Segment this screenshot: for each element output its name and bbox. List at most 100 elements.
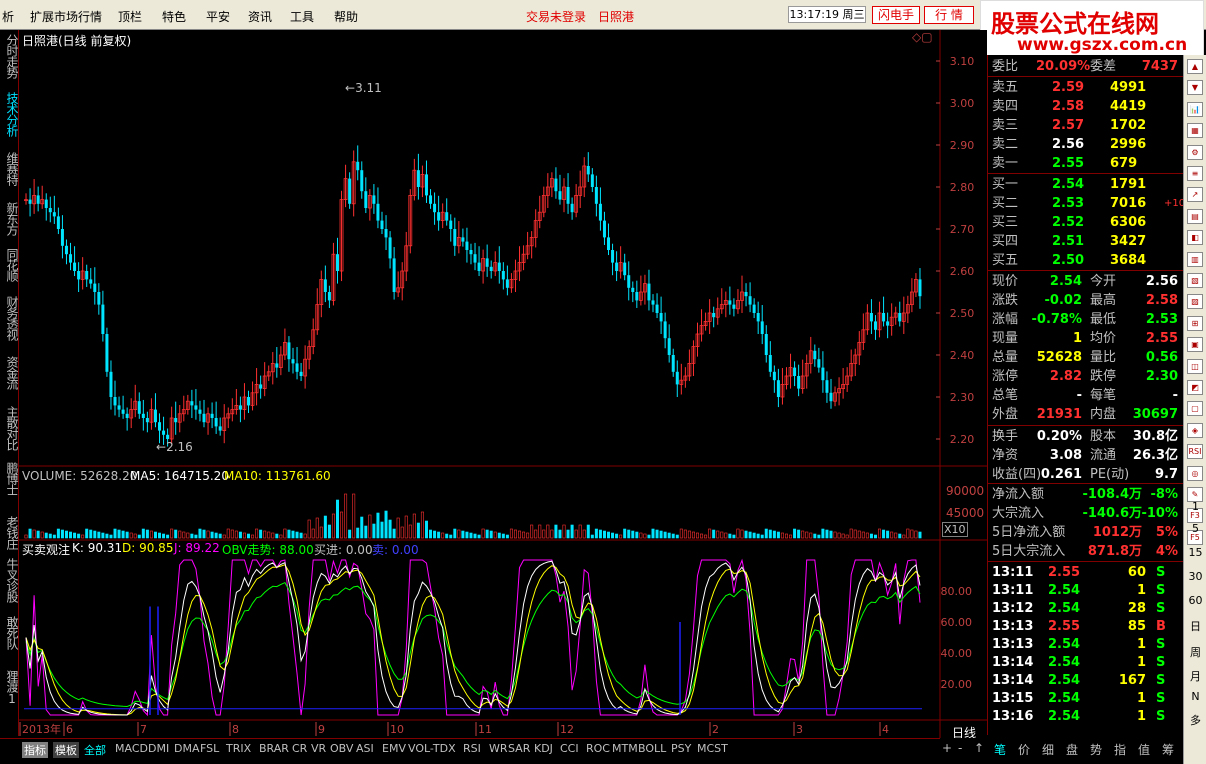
indicator-name[interactable]: 买卖观注 — [22, 541, 70, 558]
toolbar-icon-10[interactable]: ▧ — [1187, 273, 1203, 288]
indicator-tab-roc[interactable]: ROC — [586, 742, 610, 755]
toolbar-icon-3[interactable]: ▦ — [1187, 123, 1203, 139]
volume-bar — [295, 531, 299, 539]
volume-bar — [752, 532, 756, 539]
toolbar-icon-14[interactable]: ◫ — [1187, 358, 1203, 374]
toolbar-icon-7[interactable]: ▤ — [1187, 208, 1203, 224]
indicator-tab-全部[interactable]: 全部 — [84, 742, 106, 758]
bottom-right-button-8[interactable]: 指 — [1114, 741, 1126, 758]
candle-body — [631, 287, 635, 292]
candle-body — [558, 191, 562, 200]
volume-bar — [756, 533, 760, 539]
candle-body — [198, 409, 202, 414]
indicator-tab-dma[interactable]: DMA — [174, 742, 200, 755]
indicator-tab-dmi[interactable]: DMI — [148, 742, 169, 755]
stat-label: 总笔 — [992, 388, 1019, 403]
bottom-right-button-4[interactable]: 价 — [1018, 741, 1030, 758]
toolbar-icon-12[interactable]: ⊞ — [1187, 315, 1203, 331]
toolbar-icon-16[interactable]: ▢ — [1187, 401, 1203, 417]
volume-bar — [190, 533, 194, 539]
toolbar-icon-9[interactable]: ▥ — [1187, 251, 1203, 267]
indicator-tab-vol-tdx[interactable]: VOL-TDX — [408, 742, 456, 755]
indicator-tab-模板[interactable]: 模板 — [53, 742, 79, 758]
indicator-tab-obv[interactable]: OBV — [330, 742, 353, 755]
volume-bar — [655, 529, 659, 539]
toolbar-icon-17[interactable]: ◈ — [1187, 422, 1203, 438]
toolbar-icon-0[interactable]: ▲ — [1187, 59, 1203, 74]
toolbar-icon-2[interactable]: 📊 — [1187, 101, 1203, 117]
indicator-tab-cr[interactable]: CR — [292, 742, 307, 755]
toolbar-icon-19[interactable]: ◎ — [1187, 465, 1203, 481]
volume-bar — [776, 531, 780, 539]
indicator-tab-trix[interactable]: TRIX — [226, 742, 251, 755]
bottom-right-button-7[interactable]: 势 — [1090, 741, 1102, 758]
volume-bar — [218, 533, 222, 539]
volume-bar — [299, 532, 303, 539]
period-button-6[interactable]: 周 — [1186, 644, 1205, 660]
indicator-tab-emv[interactable]: EMV — [382, 742, 406, 755]
volume-bar — [829, 530, 833, 539]
toolbar-icon-5[interactable]: ≡ — [1187, 166, 1203, 181]
chart-controls-icon[interactable]: ◇▢ — [912, 30, 933, 44]
indicator-tab-fsl[interactable]: FSL — [200, 742, 219, 755]
period-button-7[interactable]: 月 — [1186, 668, 1205, 684]
tick-price: 2.54 — [1048, 601, 1081, 616]
indicator-tab-wr[interactable]: WR — [489, 742, 508, 755]
indicator-tab-boll[interactable]: BOLL — [638, 742, 666, 755]
bottom-right-button-6[interactable]: 盘 — [1066, 741, 1078, 758]
bottom-right-button-3[interactable]: 笔 — [994, 741, 1006, 758]
stat-label: 每笔 — [1090, 388, 1117, 403]
toolbar-icon-11[interactable]: ▨ — [1187, 294, 1203, 310]
indicator-tab-psy[interactable]: PSY — [671, 742, 691, 755]
tick-row: 13:13 2.55 85 B — [992, 617, 1182, 636]
period-button-8[interactable]: N — [1186, 690, 1205, 703]
indicator-tab-brar[interactable]: BRAR — [259, 742, 289, 755]
toolbar-icon-18[interactable]: RSI — [1187, 444, 1203, 460]
volume-bar — [873, 534, 877, 539]
volume-bar — [141, 528, 145, 539]
indicator-tab-kdj[interactable]: KDJ — [534, 742, 553, 755]
candle-body — [424, 174, 428, 196]
bottom-right-button-2[interactable]: ↑ — [974, 741, 984, 755]
period-button-3[interactable]: 30 — [1186, 570, 1205, 583]
tick-time: 13:12 — [992, 601, 1034, 616]
price-tick-label: 2.40 — [950, 349, 975, 362]
volume-bar — [772, 530, 776, 539]
tick-row: 13:14 2.54 1 S — [992, 653, 1182, 672]
toolbar-icon-15[interactable]: ◩ — [1187, 380, 1203, 395]
indicator-tab-vr[interactable]: VR — [311, 742, 326, 755]
period-button-0[interactable]: 1 — [1186, 500, 1205, 513]
indicator-tab-mtm[interactable]: MTM — [612, 742, 638, 755]
tick-side: S — [1156, 691, 1166, 706]
indicator-tab-指标[interactable]: 指标 — [22, 742, 48, 758]
period-button-1[interactable]: 5 — [1186, 522, 1205, 535]
toolbar-icon-1[interactable]: ▼ — [1187, 80, 1203, 96]
period-button-2[interactable]: 15 — [1186, 546, 1205, 559]
period-button-4[interactable]: 60 — [1186, 594, 1205, 607]
toolbar-icon-8[interactable]: ◧ — [1187, 230, 1203, 246]
toolbar-icon-13[interactable]: ▣ — [1187, 337, 1203, 353]
volume-bar — [113, 528, 117, 539]
volume-bar — [52, 534, 56, 539]
indicator-tab-sar[interactable]: SAR — [508, 742, 530, 755]
indicator-tab-macd[interactable]: MACD — [115, 742, 148, 755]
chart-area[interactable]: 3.10 3.00 2.90 2.80 2.70 2.60 2.50 2.40 2.30 2.20… — [0, 0, 987, 738]
indicator-tab-cci[interactable]: CCI — [560, 742, 579, 755]
toolbar-icon-4[interactable]: ⚙ — [1187, 144, 1203, 160]
bottom-right-button-1[interactable]: - — [958, 741, 962, 755]
bottom-right-button-9[interactable]: 值 — [1138, 741, 1150, 758]
period-button-9[interactable]: 多 — [1186, 712, 1205, 728]
volume-bar — [497, 532, 501, 539]
period-button-5[interactable]: 日 — [1186, 618, 1205, 634]
indicator-tab-asi[interactable]: ASI — [356, 742, 374, 755]
bottom-right-button-10[interactable]: 筹 — [1162, 741, 1174, 758]
toolbar-icon-6[interactable]: ↗ — [1187, 187, 1203, 203]
tick-price: 2.54 — [1048, 709, 1081, 724]
bottom-right-button-5[interactable]: 细 — [1042, 741, 1054, 758]
indicator-tab-mcst[interactable]: MCST — [697, 742, 728, 755]
low-label: 2.16 — [166, 440, 193, 454]
indicator-tab-rsi[interactable]: RSI — [463, 742, 481, 755]
flow-pct: 4% — [1155, 544, 1178, 559]
bottom-right-button-0[interactable]: + — [942, 741, 952, 755]
candle-body — [275, 363, 279, 368]
